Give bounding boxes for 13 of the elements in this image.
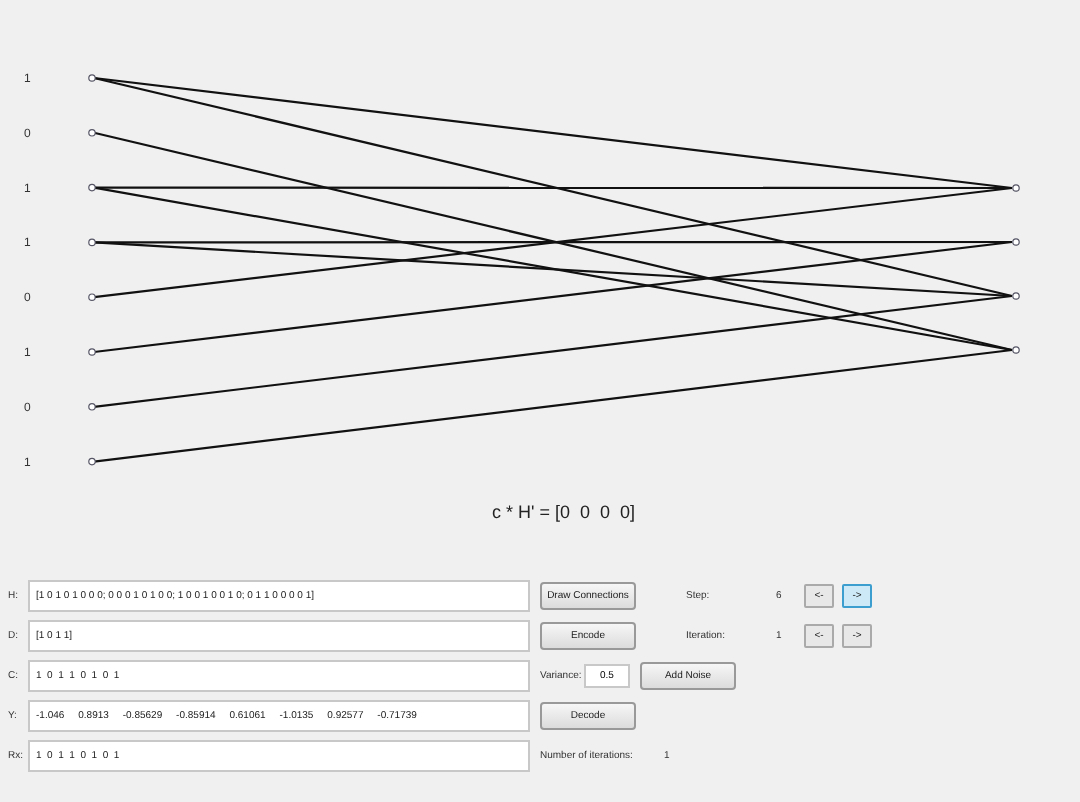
check-node [1012, 346, 1020, 354]
variable-node [88, 129, 96, 137]
variable-node [88, 403, 96, 411]
check-node [1012, 238, 1020, 246]
variable-node [88, 348, 96, 356]
check-node [1012, 292, 1020, 300]
variable-node [88, 238, 96, 247]
variable-node [88, 183, 96, 192]
variable-node [88, 293, 96, 301]
parity-check-text: c * H' = [0 0 0 0] [492, 502, 636, 522]
variable-node [88, 457, 96, 466]
check-node [1012, 184, 1020, 192]
variable-node [88, 74, 96, 82]
